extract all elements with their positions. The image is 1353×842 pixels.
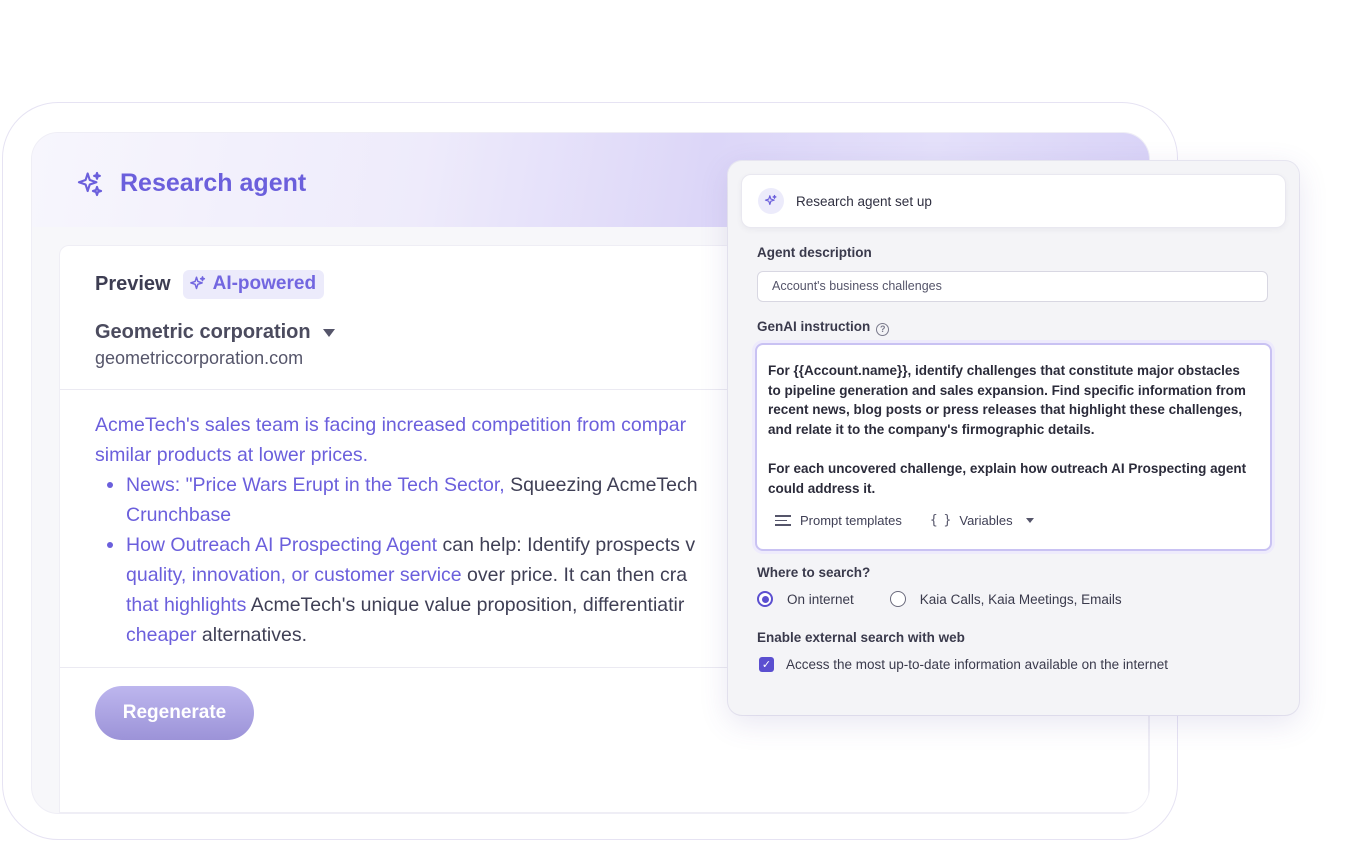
chevron-down-icon: [1025, 518, 1034, 523]
bullet-dot: [107, 482, 113, 488]
genai-instruction-label: GenAI instruction?: [757, 319, 890, 336]
header-title: Research agent: [76, 169, 306, 198]
bullet-dot: [107, 542, 113, 548]
ai-powered-badge: AI-powered: [182, 270, 325, 299]
braces-icon: { }: [929, 513, 952, 528]
instruction-toolbar: Prompt templates { } Variables: [775, 513, 1034, 528]
list-item: News: "Price Wars Erupt in the Tech Sect…: [95, 470, 795, 530]
list-item: How Outreach AI Prospecting Agent can he…: [95, 530, 795, 650]
radio-kaia-sources[interactable]: Kaia Calls, Kaia Meetings, Emails: [889, 591, 1122, 607]
setup-title: Research agent set up: [796, 193, 932, 209]
page-title: Research agent: [120, 169, 307, 197]
paragraph-line: similar products at lower prices.: [95, 444, 369, 466]
radio-selected-icon[interactable]: [757, 591, 773, 607]
search-location-radio-group: On internet Kaia Calls, Kaia Meetings, E…: [757, 591, 1158, 607]
setup-header: Research agent set up: [741, 174, 1286, 228]
regenerate-button[interactable]: Regenerate: [95, 686, 254, 740]
radio-on-internet[interactable]: On internet: [757, 591, 854, 607]
company-url: geometriccorporation.com: [95, 348, 304, 368]
company-selector[interactable]: Geometric corporation: [95, 321, 335, 344]
setup-panel: Research agent set up Agent description …: [728, 161, 1299, 715]
external-search-label: Enable external search with web: [757, 630, 965, 645]
where-to-search-label: Where to search?: [757, 565, 871, 580]
sparkle-icon: [77, 171, 103, 196]
preview-label: Preview: [95, 273, 171, 295]
chevron-down-icon[interactable]: [322, 328, 335, 337]
sparkle-icon: [189, 276, 205, 290]
instruction-text: For {{Account.name}}, identify challenge…: [768, 363, 1247, 496]
ai-powered-label: AI-powered: [212, 273, 317, 294]
company-name: Geometric corporation: [95, 321, 311, 343]
list-icon: [775, 515, 791, 526]
radio-unselected-icon[interactable]: [889, 591, 906, 607]
sparkle-icon: [758, 188, 784, 214]
genai-instruction-textarea[interactable]: For {{Account.name}}, identify challenge…: [755, 343, 1272, 551]
external-search-checkbox-row[interactable]: ✓ Access the most up-to-date information…: [759, 657, 1168, 672]
variables-dropdown[interactable]: { } Variables: [930, 513, 1034, 528]
agent-description-input[interactable]: Account's business challenges: [757, 271, 1268, 302]
paragraph-line: AcmeTech's sales team is facing increase…: [95, 414, 687, 436]
agent-description-label: Agent description: [757, 245, 872, 260]
preview-content: AcmeTech's sales team is facing increase…: [95, 410, 795, 650]
preview-header: Preview AI-powered: [95, 270, 325, 299]
prompt-templates-button[interactable]: Prompt templates: [775, 513, 902, 528]
help-icon[interactable]: ?: [876, 322, 890, 336]
checkbox-checked-icon[interactable]: ✓: [759, 657, 774, 672]
